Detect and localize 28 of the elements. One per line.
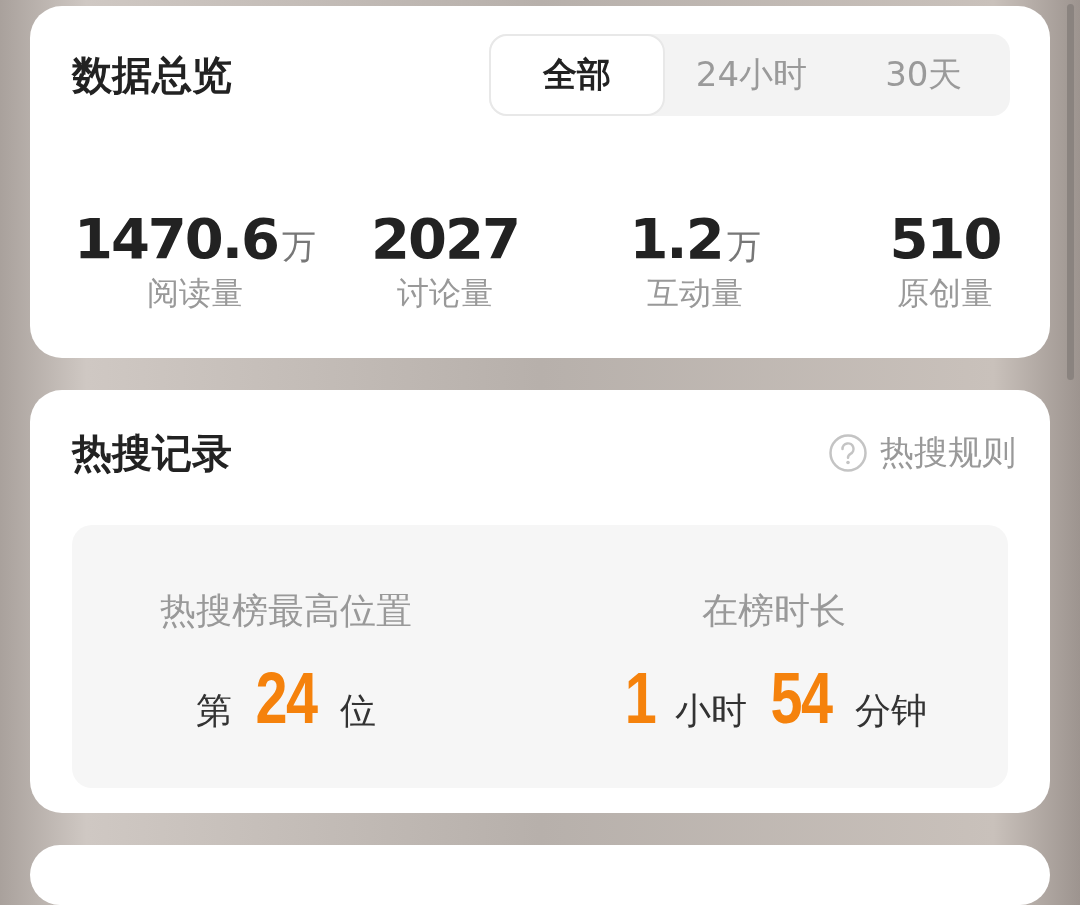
stat-unit: 万	[282, 225, 317, 268]
time-range-tab[interactable]: 30天	[837, 34, 1010, 116]
record-unit: 小时	[674, 688, 747, 733]
scroll-bar[interactable]	[1067, 4, 1074, 380]
time-range-tab[interactable]: 24小时	[665, 34, 838, 116]
stat-value: 1470.6	[73, 208, 279, 270]
stat-value: 2027	[371, 208, 519, 270]
rules-link[interactable]: 热搜规则	[828, 430, 1016, 477]
record-unit: 第	[195, 688, 232, 733]
stat-label: 原创量	[897, 272, 993, 314]
stat-label: 讨论量	[397, 272, 493, 314]
record-unit: 位	[340, 688, 377, 733]
card-title: 数据总览	[72, 50, 232, 100]
record-number: 24	[255, 661, 317, 734]
card-title: 热搜记录	[72, 428, 232, 478]
help-icon	[828, 433, 868, 474]
stat-unit: 万	[726, 225, 761, 268]
stat-label: 阅读量	[147, 273, 243, 314]
time-range-tab[interactable]: 全部	[489, 34, 666, 116]
stat-label: 互动量	[647, 273, 743, 314]
record-number: 1	[624, 661, 656, 734]
record-unit: 分钟	[855, 688, 928, 733]
record-label: 在榜时长	[702, 588, 846, 633]
rules-link-text[interactable]: 热搜规则	[880, 430, 1016, 477]
record-number: 54	[770, 661, 832, 734]
record-label: 热搜榜最高位置	[160, 588, 412, 633]
stat-value: 1.2	[629, 208, 723, 270]
stat-value: 510	[889, 208, 1001, 270]
